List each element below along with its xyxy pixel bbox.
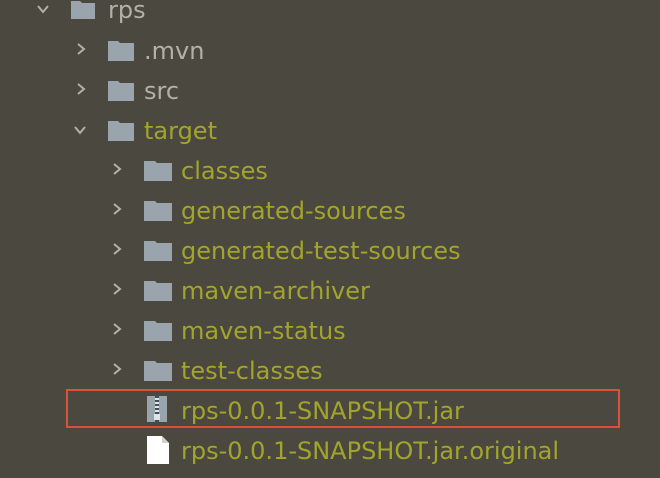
tree-item-label: rps-0.0.1-SNAPSHOT.jar: [181, 397, 464, 425]
tree-item-label: test-classes: [181, 357, 323, 385]
folder-icon: [144, 239, 172, 265]
file-icon: [147, 436, 169, 468]
chevron-right-icon[interactable]: [110, 202, 124, 216]
tree-item-label: maven-status: [181, 317, 346, 345]
jar-archive-icon: [147, 396, 167, 426]
tree-item-src[interactable]: src: [0, 71, 660, 111]
tree-item-test-classes[interactable]: test-classes: [0, 351, 660, 391]
tree-item-maven-status[interactable]: maven-status: [0, 311, 660, 351]
chevron-right-icon[interactable]: [110, 362, 124, 376]
chevron-down-icon[interactable]: [36, 2, 50, 16]
folder-icon: [144, 319, 172, 345]
tree-item-label: target: [144, 117, 217, 145]
tree-item-label: generated-sources: [181, 197, 406, 225]
chevron-down-icon[interactable]: [73, 123, 87, 137]
tree-item-label: .mvn: [144, 37, 205, 65]
folder-icon: [108, 119, 134, 145]
folder-icon: [108, 79, 134, 105]
tree-item-maven-archiver[interactable]: maven-archiver: [0, 271, 660, 311]
tree-item-generated-test-sources[interactable]: generated-test-sources: [0, 231, 660, 271]
folder-icon: [144, 359, 172, 385]
tree-item-rps[interactable]: rps: [0, 0, 660, 31]
tree-item-label: rps-0.0.1-SNAPSHOT.jar.original: [181, 437, 560, 465]
tree-item-label: maven-archiver: [181, 277, 370, 305]
tree-item-generated-sources[interactable]: generated-sources: [0, 191, 660, 231]
tree-item-classes[interactable]: classes: [0, 151, 660, 191]
chevron-right-icon[interactable]: [110, 162, 124, 176]
tree-item-label: rps: [108, 0, 146, 24]
folder-icon: [144, 159, 172, 185]
folder-icon: [108, 39, 134, 65]
tree-item-jar[interactable]: rps-0.0.1-SNAPSHOT.jar: [0, 391, 660, 431]
chevron-right-icon[interactable]: [74, 42, 88, 56]
chevron-right-icon[interactable]: [110, 322, 124, 336]
tree-item-label: src: [144, 77, 180, 105]
project-tree: rps .mvn src target classes generated-so…: [0, 0, 660, 478]
tree-item-label: classes: [181, 157, 268, 185]
chevron-right-icon[interactable]: [110, 242, 124, 256]
tree-item-mvn[interactable]: .mvn: [0, 31, 660, 71]
folder-icon: [144, 199, 172, 225]
tree-item-label: generated-test-sources: [181, 237, 461, 265]
chevron-right-icon[interactable]: [74, 82, 88, 96]
tree-item-jar-original[interactable]: rps-0.0.1-SNAPSHOT.jar.original: [0, 431, 660, 471]
folder-icon: [71, 0, 95, 23]
chevron-right-icon[interactable]: [110, 282, 124, 296]
folder-icon: [144, 279, 172, 305]
tree-item-target[interactable]: target: [0, 111, 660, 151]
